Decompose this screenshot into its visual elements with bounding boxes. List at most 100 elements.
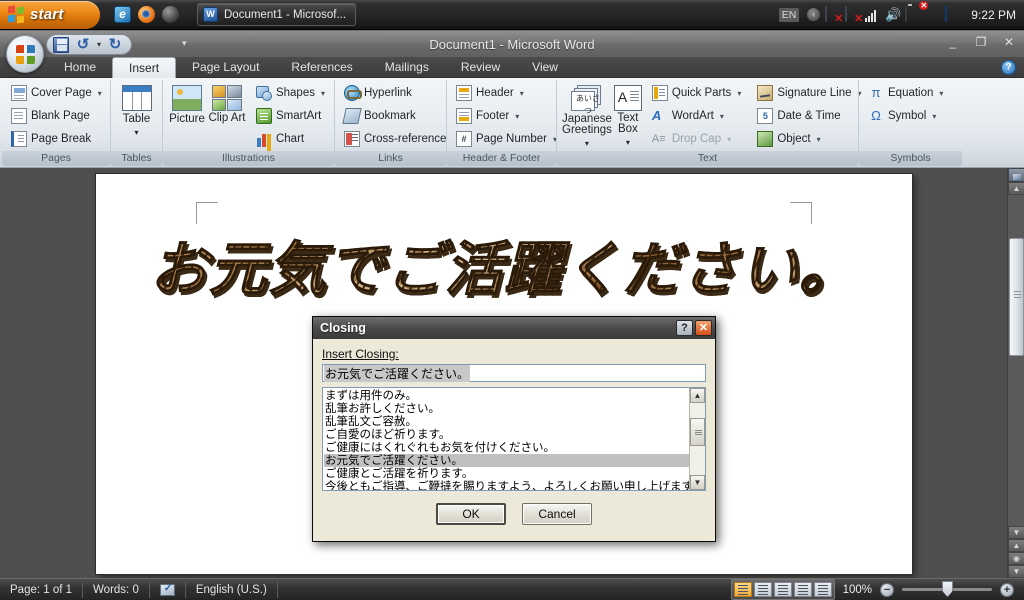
dialog-help-button[interactable]: ? bbox=[676, 320, 693, 336]
tab-view[interactable]: View bbox=[516, 57, 574, 77]
page-break-button[interactable]: Page Break bbox=[7, 128, 106, 150]
redo-icon[interactable]: ↻ bbox=[107, 36, 123, 53]
list-scrollbar[interactable]: ▲ ▼ bbox=[689, 388, 705, 490]
close-button[interactable]: ✕ bbox=[1000, 34, 1018, 50]
zoom-slider[interactable] bbox=[902, 581, 992, 597]
list-item[interactable]: 今後ともご指導、ご鞭撻を賜りますよう、よろしくお願い申し上げます。 bbox=[324, 480, 689, 491]
help-icon[interactable]: ? bbox=[1001, 60, 1016, 75]
wordart-button[interactable]: A WordArt ▾ bbox=[648, 105, 745, 127]
tab-references[interactable]: References bbox=[275, 57, 368, 77]
full-screen-reading-view-button[interactable] bbox=[753, 582, 772, 597]
date-time-button[interactable]: 5 Date & Time bbox=[753, 105, 865, 127]
internet-explorer-icon[interactable] bbox=[114, 6, 131, 23]
picture-button[interactable]: Picture bbox=[168, 82, 206, 125]
zoom-level[interactable]: 100% bbox=[843, 584, 872, 596]
language-indicator[interactable]: EN bbox=[778, 7, 800, 22]
save-icon[interactable] bbox=[53, 36, 69, 53]
tab-mailings[interactable]: Mailings bbox=[369, 57, 445, 77]
chart-button[interactable]: Chart bbox=[252, 128, 329, 150]
draft-view-button[interactable] bbox=[813, 582, 832, 597]
table-button[interactable]: Table ▾ bbox=[116, 82, 157, 139]
scroll-up-button[interactable]: ▲ bbox=[1008, 182, 1024, 195]
vertical-scrollbar[interactable]: ▲ ▼ ▲ ◉ ▼ bbox=[1007, 168, 1024, 578]
scrollbar-thumb[interactable] bbox=[1009, 238, 1024, 356]
signal-bars-icon[interactable] bbox=[865, 7, 881, 22]
network-disconnected-icon-2[interactable]: ✕ bbox=[845, 6, 863, 25]
ok-button[interactable]: OK bbox=[436, 503, 506, 525]
print-layout-view-button[interactable] bbox=[733, 582, 752, 597]
page-indicator[interactable]: Page: 1 of 1 bbox=[0, 581, 84, 598]
shapes-button[interactable]: Shapes ▾ bbox=[252, 82, 329, 104]
undo-icon[interactable]: ↺ bbox=[75, 36, 91, 53]
zoom-slider-thumb[interactable] bbox=[942, 581, 953, 597]
start-button[interactable]: start bbox=[0, 0, 100, 29]
next-page-button[interactable]: ▼ bbox=[1008, 565, 1024, 578]
header-button[interactable]: Header ▾ bbox=[452, 82, 561, 104]
security-alert-icon[interactable]: ✕ bbox=[919, 1, 941, 22]
closing-list[interactable]: まずは用件のみ。 乱筆お許しください。 乱筆乱文ご容赦。 ご自愛のほど祈ります。… bbox=[323, 388, 689, 490]
bookmark-button[interactable]: Bookmark bbox=[340, 105, 450, 127]
footer-button[interactable]: Footer ▾ bbox=[452, 105, 561, 127]
show-hidden-icons-button[interactable]: ‹ bbox=[806, 7, 822, 22]
hyperlink-button[interactable]: Hyperlink bbox=[340, 82, 450, 104]
list-scroll-up-button[interactable]: ▲ bbox=[690, 388, 705, 403]
japanese-greetings-button[interactable]: あいさつ Japanese Greetings ▾ bbox=[562, 82, 612, 150]
select-browse-object-icon[interactable] bbox=[1008, 168, 1024, 182]
blank-page-button[interactable]: Blank Page bbox=[7, 105, 106, 127]
chevron-down-icon: ▾ bbox=[737, 88, 742, 98]
blue-app-icon[interactable] bbox=[945, 6, 961, 22]
wordart-text[interactable]: お元気でご活躍ください。 bbox=[96, 222, 912, 306]
minimize-button[interactable]: _ bbox=[944, 34, 962, 50]
taskbar-items: Document1 - Microsof... bbox=[197, 3, 357, 26]
dialog-buttons: OK Cancel bbox=[322, 491, 706, 525]
scroll-down-button[interactable]: ▼ bbox=[1008, 526, 1024, 539]
select-browse-object-button[interactable]: ◉ bbox=[1008, 552, 1024, 565]
symbol-button[interactable]: Ω Symbol ▾ bbox=[864, 105, 947, 127]
shapes-icon bbox=[255, 85, 272, 101]
clip-art-button[interactable]: Clip Art bbox=[208, 82, 246, 124]
battery-icon[interactable] bbox=[905, 6, 921, 22]
tab-review[interactable]: Review bbox=[445, 57, 516, 77]
cross-reference-button[interactable]: Cross-reference bbox=[340, 128, 450, 150]
volume-icon[interactable]: 🔊 bbox=[885, 7, 901, 22]
zoom-in-button[interactable]: + bbox=[1000, 582, 1014, 597]
ribbon-group-label-text: Text bbox=[557, 151, 858, 166]
outline-view-button[interactable] bbox=[793, 582, 812, 597]
text-box-button[interactable]: Text Box ▾ bbox=[613, 82, 642, 149]
page-number-button[interactable]: # Page Number ▾ bbox=[452, 128, 561, 150]
previous-page-button[interactable]: ▲ bbox=[1008, 539, 1024, 552]
cover-page-button[interactable]: Cover Page ▾ bbox=[7, 82, 106, 104]
word-count[interactable]: Words: 0 bbox=[83, 581, 150, 598]
network-disconnected-icon[interactable]: ✕ bbox=[825, 6, 843, 25]
quick-parts-button[interactable]: Quick Parts ▾ bbox=[648, 82, 745, 104]
cancel-button[interactable]: Cancel bbox=[522, 503, 592, 525]
object-button[interactable]: Object ▾ bbox=[753, 128, 865, 150]
customize-qat-icon[interactable]: ▾ bbox=[182, 38, 187, 49]
tab-insert[interactable]: Insert bbox=[112, 57, 177, 78]
restore-button[interactable]: ❐ bbox=[972, 34, 990, 50]
tab-home[interactable]: Home bbox=[48, 57, 112, 77]
zoom-out-button[interactable]: − bbox=[880, 582, 894, 597]
insert-closing-input[interactable]: お元気でご活躍ください。 bbox=[322, 364, 706, 382]
smartart-button[interactable]: SmartArt bbox=[252, 105, 329, 127]
list-scrollbar-thumb[interactable] bbox=[690, 418, 705, 446]
clock[interactable]: 9:22 PM bbox=[971, 8, 1016, 22]
proofing-errors-button[interactable] bbox=[150, 581, 186, 598]
equation-button[interactable]: π Equation ▾ bbox=[864, 82, 947, 104]
signature-line-button[interactable]: Signature Line ▾ bbox=[753, 82, 865, 104]
closing-list-box[interactable]: まずは用件のみ。 乱筆お許しください。 乱筆乱文ご容赦。 ご自愛のほど祈ります。… bbox=[322, 387, 706, 491]
drop-cap-button[interactable]: A≡ Drop Cap ▾ bbox=[648, 128, 745, 150]
list-scroll-down-button[interactable]: ▼ bbox=[690, 475, 705, 490]
undo-dropdown-icon[interactable]: ▾ bbox=[97, 40, 101, 49]
firefox-icon[interactable] bbox=[138, 6, 155, 23]
dialog-title-bar[interactable]: Closing ? ✕ bbox=[313, 317, 715, 339]
chevron-down-icon: ▾ bbox=[515, 111, 520, 121]
chevron-down-icon: ▾ bbox=[134, 128, 139, 137]
web-layout-view-button[interactable] bbox=[773, 582, 792, 597]
sphere-icon[interactable] bbox=[162, 6, 179, 23]
language-indicator[interactable]: English (U.S.) bbox=[186, 581, 278, 598]
office-button[interactable] bbox=[6, 35, 44, 73]
taskbar-button-word[interactable]: Document1 - Microsof... bbox=[197, 3, 357, 26]
dialog-close-button[interactable]: ✕ bbox=[695, 320, 712, 336]
tab-page-layout[interactable]: Page Layout bbox=[176, 57, 275, 77]
